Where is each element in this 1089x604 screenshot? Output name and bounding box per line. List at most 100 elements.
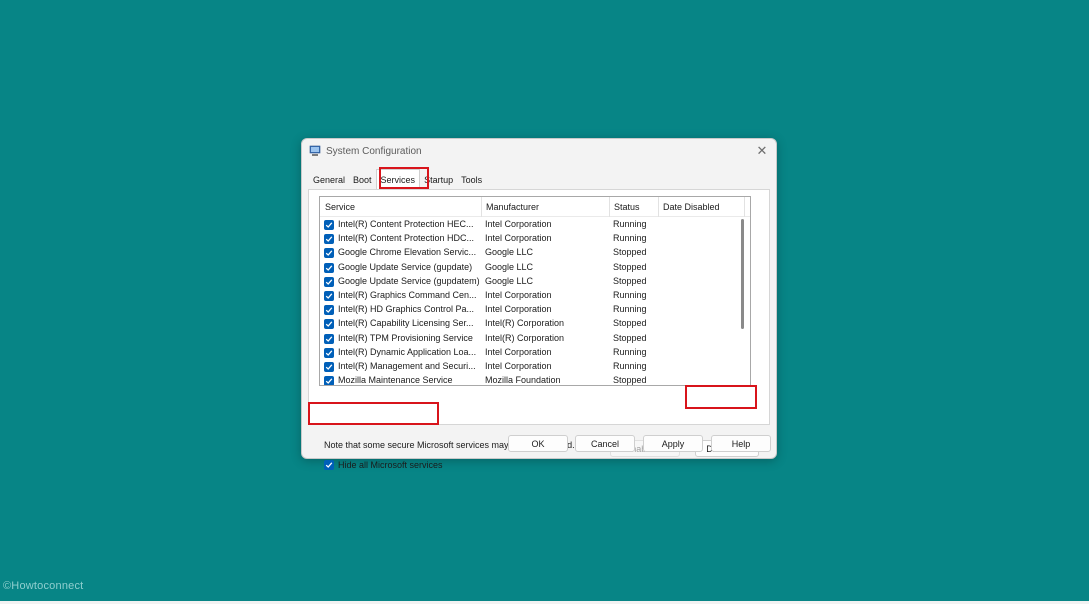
hide-microsoft-services[interactable]: Hide all Microsoft services	[324, 457, 443, 473]
checkmark-icon	[325, 307, 333, 314]
service-status: Running	[613, 346, 647, 357]
checkmark-icon	[325, 462, 333, 468]
service-name: Google Chrome Elevation Servic...	[338, 247, 477, 258]
service-name: Google Update Service (gupdatem)	[338, 275, 480, 286]
table-row[interactable]: Intel(R) Content Protection HEC... Intel …	[320, 218, 750, 232]
column-separator[interactable]	[658, 197, 659, 217]
column-header-status[interactable]: Status	[614, 202, 640, 212]
checkmark-icon	[325, 222, 333, 228]
close-button[interactable]: ✕	[754, 143, 770, 159]
service-checkbox[interactable]	[324, 248, 334, 259]
hide-microsoft-services-label: Hide all Microsoft services	[338, 460, 443, 470]
checkmark-icon	[325, 250, 333, 257]
service-checkbox[interactable]	[324, 333, 334, 344]
checkmark-icon	[325, 364, 333, 370]
service-manufacturer: Mozilla Foundation	[485, 375, 561, 386]
service-name: Intel(R) HD Graphics Control Pa...	[338, 304, 475, 315]
service-manufacturer: Google LLC	[485, 275, 534, 286]
column-separator[interactable]	[481, 197, 482, 217]
table-row[interactable]: Mozilla Maintenance Service Mozilla Found…	[320, 374, 750, 386]
tab-services[interactable]: Services	[375, 169, 421, 190]
table-row[interactable]: Intel(R) Graphics Command Cen... Intel Co…	[320, 289, 750, 303]
service-manufacturer: Intel(R) Corporation	[485, 318, 565, 329]
system-configuration-icon	[309, 145, 321, 156]
service-manufacturer: Intel(R) Corporation	[485, 332, 565, 343]
service-checkbox[interactable]	[324, 262, 334, 273]
service-status: Stopped	[613, 375, 647, 386]
table-row[interactable]: Intel(R) Content Protection HDC... Intel …	[320, 232, 750, 246]
services-list[interactable]: Service Manufacturer Status Date Disable…	[319, 196, 751, 386]
table-row[interactable]: Intel(R) TPM Provisioning Service Intel(R…	[320, 332, 750, 346]
tab-tools[interactable]: Tools	[457, 172, 486, 190]
service-checkbox[interactable]	[324, 276, 334, 287]
checkmark-icon	[325, 293, 333, 299]
tab-strip: General Boot Services Startup Tools	[309, 169, 486, 190]
service-status: Running	[613, 219, 647, 229]
table-row[interactable]: Google Chrome Elevation Servic... Google …	[320, 246, 750, 260]
table-row[interactable]: Google Update Service (gupdatem) Google L…	[320, 275, 750, 289]
checkmark-icon	[325, 335, 333, 342]
checkmark-icon	[325, 378, 333, 384]
service-manufacturer: Google LLC	[485, 261, 534, 272]
service-status: Stopped	[613, 318, 647, 329]
service-name: Intel(R) Dynamic Application Loa...	[338, 346, 477, 357]
service-status: Stopped	[613, 275, 647, 286]
tab-startup[interactable]: Startup	[420, 172, 457, 190]
service-status: Running	[613, 360, 647, 371]
column-separator[interactable]	[609, 197, 610, 217]
service-checkbox[interactable]	[324, 290, 334, 301]
checkmark-icon	[325, 350, 333, 356]
service-manufacturer: Intel Corporation	[485, 360, 552, 371]
close-icon: ✕	[756, 143, 768, 158]
vertical-scrollbar[interactable]	[741, 219, 744, 329]
service-name: Intel(R) TPM Provisioning Service	[338, 332, 473, 343]
apply-button[interactable]: Apply	[643, 435, 703, 452]
titlebar: System Configuration ✕	[302, 139, 776, 165]
service-status: Stopped	[613, 261, 647, 272]
help-button[interactable]: Help	[711, 435, 771, 452]
service-checkbox[interactable]	[324, 305, 334, 316]
service-status: Running	[613, 289, 647, 300]
service-status: Running	[613, 233, 647, 244]
list-header: Service Manufacturer Status Date Disable…	[320, 197, 750, 217]
table-row[interactable]: Google Update Service (gupdate) Google LL…	[320, 261, 750, 275]
service-manufacturer: Intel Corporation	[485, 233, 552, 244]
service-manufacturer: Intel Corporation	[485, 219, 552, 229]
service-name: Intel(R) Graphics Command Cen...	[338, 289, 477, 300]
cancel-button[interactable]: Cancel	[575, 435, 635, 452]
service-checkbox[interactable]	[324, 234, 334, 245]
service-name: Intel(R) Content Protection HEC...	[338, 219, 474, 229]
ok-button[interactable]: OK	[508, 435, 568, 452]
column-header-manufacturer[interactable]: Manufacturer	[486, 202, 539, 212]
service-checkbox[interactable]	[324, 347, 334, 358]
service-name: Mozilla Maintenance Service	[338, 375, 453, 386]
column-header-date-disabled[interactable]: Date Disabled	[663, 202, 720, 212]
service-checkbox[interactable]	[324, 376, 334, 385]
dialog-title: System Configuration	[326, 146, 422, 157]
service-status: Stopped	[613, 247, 647, 258]
table-row[interactable]: Intel(R) HD Graphics Control Pa... Intel …	[320, 303, 750, 317]
column-separator[interactable]	[744, 197, 745, 217]
table-row[interactable]: Intel(R) Management and Securi... Intel C…	[320, 360, 750, 374]
service-name: Intel(R) Management and Securi...	[338, 360, 476, 371]
service-manufacturer: Intel Corporation	[485, 346, 552, 357]
service-checkbox[interactable]	[324, 361, 334, 372]
services-pane: Service Manufacturer Status Date Disable…	[308, 189, 770, 470]
column-header-service[interactable]: Service	[325, 202, 355, 212]
table-row[interactable]: Intel(R) Dynamic Application Loa... Intel…	[320, 346, 750, 360]
service-manufacturer: Intel Corporation	[485, 289, 552, 300]
service-manufacturer: Intel Corporation	[485, 304, 552, 315]
tab-boot[interactable]: Boot	[349, 172, 376, 190]
service-rows: Intel(R) Content Protection HEC... Intel …	[320, 218, 750, 386]
system-configuration-dialog: System Configuration ✕ General Boot Serv…	[301, 138, 777, 470]
table-row[interactable]: Intel(R) Capability Licensing Ser... Inte…	[320, 317, 750, 331]
service-checkbox[interactable]	[324, 319, 334, 330]
service-checkbox[interactable]	[324, 220, 334, 230]
service-status: Running	[613, 304, 647, 315]
service-name: Google Update Service (gupdate)	[338, 261, 473, 272]
hide-microsoft-services-checkbox[interactable]	[324, 460, 334, 470]
checkmark-icon	[325, 279, 333, 285]
tab-general[interactable]: General	[309, 172, 349, 190]
service-name: Intel(R) Capability Licensing Ser...	[338, 318, 474, 329]
checkmark-icon	[325, 236, 333, 243]
